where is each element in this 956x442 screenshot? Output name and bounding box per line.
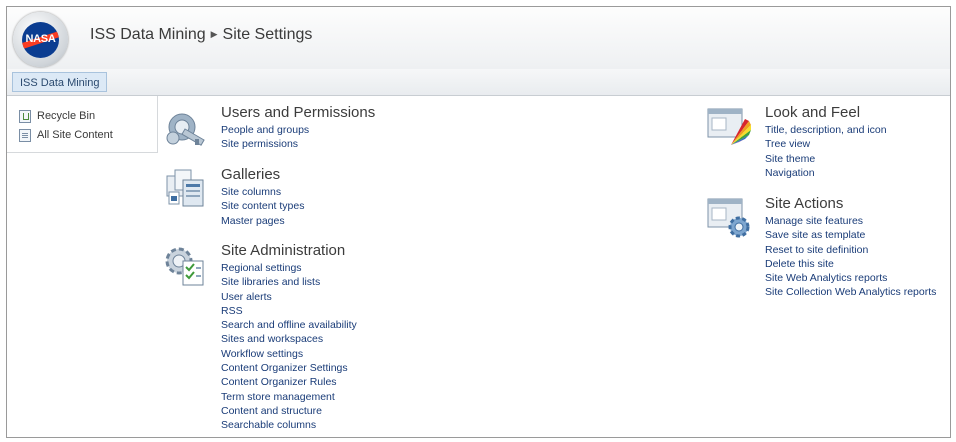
section-links: People and groups Site permissions bbox=[221, 123, 375, 152]
breadcrumb-current-page: Site Settings bbox=[222, 26, 313, 43]
quicklaunch-item-recycle-bin[interactable]: Recycle Bin bbox=[19, 108, 95, 124]
link-save-site-as-template[interactable]: Save site as template bbox=[765, 228, 936, 242]
link-rss[interactable]: RSS bbox=[221, 304, 357, 318]
link-site-content-types[interactable]: Site content types bbox=[221, 199, 304, 213]
users-permissions-icon bbox=[166, 113, 205, 146]
link-delete-this-site[interactable]: Delete this site bbox=[765, 257, 936, 271]
recycle-bin-icon bbox=[19, 109, 31, 123]
link-manage-site-features[interactable]: Manage site features bbox=[765, 214, 936, 228]
section-title: Look and Feel bbox=[765, 104, 861, 121]
link-master-pages[interactable]: Master pages bbox=[221, 214, 304, 228]
link-content-organizer-settings[interactable]: Content Organizer Settings bbox=[221, 361, 357, 375]
section-links: Title, description, and icon Tree view S… bbox=[765, 123, 887, 180]
link-site-web-analytics-reports[interactable]: Site Web Analytics reports bbox=[765, 271, 936, 285]
nasa-logo-disc: NASA bbox=[22, 22, 59, 58]
link-people-and-groups[interactable]: People and groups bbox=[221, 123, 375, 137]
link-term-store-management[interactable]: Term store management bbox=[221, 390, 357, 404]
nasa-logo-text: NASA bbox=[25, 33, 56, 45]
quick-launch: Recycle Bin All Site Content bbox=[7, 96, 158, 153]
nasa-logo[interactable]: NASA bbox=[13, 12, 68, 67]
link-content-organizer-rules[interactable]: Content Organizer Rules bbox=[221, 375, 357, 389]
link-site-permissions[interactable]: Site permissions bbox=[221, 137, 375, 151]
section-site-actions: Site Actions Manage site features Save s… bbox=[765, 195, 936, 300]
sharepoint-window: NASA ISS Data Mining ▶ Site Settings ISS D… bbox=[6, 6, 951, 438]
link-search-and-offline-availability[interactable]: Search and offline availability bbox=[221, 318, 357, 332]
quicklaunch-item-label: All Site Content bbox=[37, 129, 113, 141]
link-site-columns[interactable]: Site columns bbox=[221, 185, 304, 199]
section-look-and-feel: Look and Feel Title, description, and ic… bbox=[765, 104, 887, 180]
quicklaunch-item-label: Recycle Bin bbox=[37, 110, 96, 122]
link-site-theme[interactable]: Site theme bbox=[765, 152, 887, 166]
site-administration-icon bbox=[165, 247, 204, 286]
link-navigation[interactable]: Navigation bbox=[765, 166, 887, 180]
link-content-and-structure[interactable]: Content and structure bbox=[221, 404, 357, 418]
link-user-alerts[interactable]: User alerts bbox=[221, 290, 357, 304]
link-title-description-and-icon[interactable]: Title, description, and icon bbox=[765, 123, 887, 137]
section-title: Galleries bbox=[221, 166, 281, 183]
link-tree-view[interactable]: Tree view bbox=[765, 137, 887, 151]
section-title: Users and Permissions bbox=[221, 104, 376, 121]
site-actions-icon bbox=[707, 198, 750, 238]
top-navigation-bar: ISS Data Mining bbox=[7, 69, 950, 96]
section-galleries: Galleries Site columns Site content type… bbox=[221, 166, 304, 228]
section-links: Regional settings Site libraries and lis… bbox=[221, 261, 357, 433]
tab-iss-data-mining[interactable]: ISS Data Mining bbox=[12, 72, 108, 92]
section-links: Site columns Site content types Master p… bbox=[221, 185, 304, 228]
link-regional-settings[interactable]: Regional settings bbox=[221, 261, 357, 275]
page-header: NASA ISS Data Mining ▶ Site Settings bbox=[7, 7, 950, 70]
section-links: Manage site features Save site as templa… bbox=[765, 214, 936, 300]
link-sites-and-workspaces[interactable]: Sites and workspaces bbox=[221, 332, 357, 346]
quicklaunch-item-all-site-content[interactable]: All Site Content bbox=[19, 127, 113, 143]
link-searchable-columns[interactable]: Searchable columns bbox=[221, 418, 357, 432]
link-reset-to-site-definition[interactable]: Reset to site definition bbox=[765, 243, 936, 257]
link-workflow-settings[interactable]: Workflow settings bbox=[221, 347, 357, 361]
section-title: Site Administration bbox=[221, 242, 346, 259]
section-site-administration: Site Administration Regional settings Si… bbox=[221, 242, 357, 433]
breadcrumb-separator-icon: ▶ bbox=[210, 29, 218, 39]
link-site-collection-web-analytics-reports[interactable]: Site Collection Web Analytics reports bbox=[765, 285, 936, 299]
section-title: Site Actions bbox=[765, 195, 844, 212]
section-users-and-permissions: Users and Permissions People and groups … bbox=[221, 104, 375, 152]
link-site-libraries-and-lists[interactable]: Site libraries and lists bbox=[221, 275, 357, 289]
breadcrumb-site-link[interactable]: ISS Data Mining bbox=[90, 26, 206, 43]
galleries-icon bbox=[166, 169, 204, 207]
site-content-icon bbox=[19, 128, 31, 142]
breadcrumb: ISS Data Mining ▶ Site Settings bbox=[90, 26, 312, 44]
look-and-feel-icon bbox=[707, 108, 751, 145]
